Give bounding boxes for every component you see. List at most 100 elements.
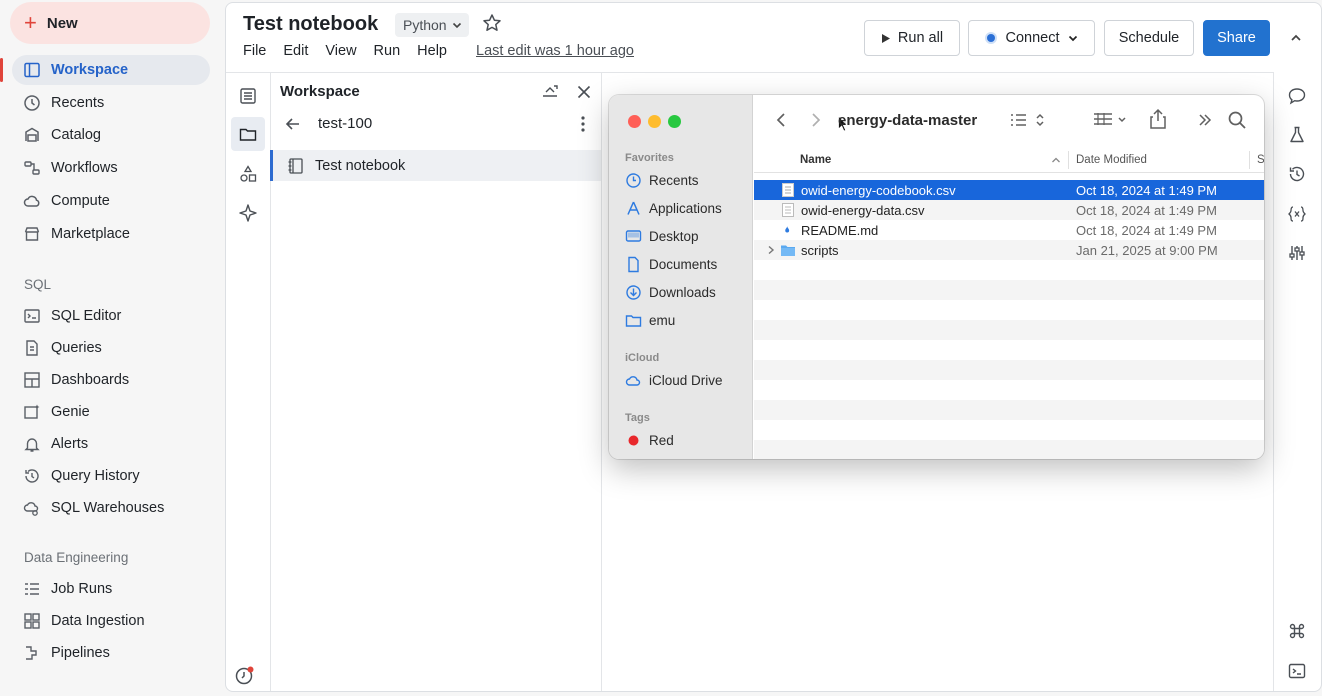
share-icon[interactable] (1149, 108, 1167, 130)
chevron-up-icon[interactable] (1286, 28, 1306, 48)
sidebar-item-queries[interactable]: Queries (12, 333, 210, 363)
csv-file-icon (780, 202, 796, 218)
workspace-file-row[interactable]: Test notebook (270, 150, 601, 181)
notebook-title[interactable]: Test notebook (243, 13, 378, 36)
kebab-menu-icon[interactable] (573, 114, 593, 134)
sidebar-item-label: Job Runs (51, 581, 112, 597)
variables-icon[interactable] (1287, 204, 1307, 224)
name-column-header[interactable]: Name (800, 154, 831, 166)
menu-file[interactable]: File (243, 43, 266, 59)
connect-label: Connect (1005, 30, 1059, 46)
favorite-downloads[interactable]: Downloads (625, 281, 716, 303)
list-view-icon[interactable] (1009, 110, 1047, 130)
favorites-header: Favorites (625, 152, 674, 164)
sidebar-item-sql-warehouses[interactable]: SQL Warehouses (12, 493, 210, 523)
ingestion-icon (23, 612, 41, 630)
workspace-file-name: Test notebook (315, 158, 405, 174)
store-icon (23, 225, 41, 243)
language-selector[interactable]: Python (395, 13, 469, 37)
menu-help[interactable]: Help (417, 43, 447, 59)
favorite-label: Recents (649, 173, 699, 188)
minimize-window-button[interactable] (648, 115, 661, 128)
sidebar-item-catalog[interactable]: Catalog (12, 120, 210, 150)
file-row[interactable]: owid-energy-codebook.csv Oct 18, 2024 at… (754, 180, 1264, 200)
file-row[interactable]: README.md Oct 18, 2024 at 1:49 PM (754, 220, 1264, 240)
history-timer-icon[interactable] (234, 664, 256, 686)
sidebar-item-alerts[interactable]: Alerts (12, 429, 210, 459)
favorite-label: Downloads (649, 285, 716, 300)
forward-chevron-icon[interactable] (808, 111, 824, 129)
back-arrow-icon[interactable] (283, 114, 303, 134)
icloud-drive[interactable]: iCloud Drive (625, 369, 723, 391)
red-tag-dot-icon (625, 432, 642, 449)
settings-sliders-icon[interactable] (1287, 243, 1307, 263)
column-separator (1249, 151, 1250, 169)
last-edit-link[interactable]: Last edit was 1 hour ago (476, 43, 634, 59)
menu-edit[interactable]: Edit (283, 43, 308, 59)
close-icon[interactable] (574, 82, 594, 102)
file-list-header: Name Date Modified S (754, 147, 1264, 173)
star-icon[interactable] (482, 13, 502, 33)
sidebar-item-data-ingestion[interactable]: Data Ingestion (12, 606, 210, 636)
favorite-label: Desktop (649, 229, 699, 244)
file-name: owid-energy-codebook.csv (801, 183, 956, 198)
new-button[interactable]: + New (10, 2, 210, 44)
menu-view[interactable]: View (325, 43, 356, 59)
sidebar-item-genie[interactable]: Genie (12, 397, 210, 427)
terminal-icon[interactable] (1287, 661, 1307, 681)
sidebar-item-label: Marketplace (51, 226, 130, 242)
schedule-button[interactable]: Schedule (1104, 20, 1194, 56)
table-of-contents-icon[interactable] (238, 86, 258, 106)
close-window-button[interactable] (628, 115, 641, 128)
sidebar-item-job-runs[interactable]: Job Runs (12, 574, 210, 604)
workspace-panel-title: Workspace (280, 83, 360, 100)
zoom-window-button[interactable] (668, 115, 681, 128)
sidebar-item-dashboards[interactable]: Dashboards (12, 365, 210, 395)
sidebar-item-recents[interactable]: Recents (12, 88, 210, 118)
sort-ascending-icon[interactable] (1051, 156, 1061, 164)
plus-icon: + (24, 12, 37, 34)
sidebar-item-compute[interactable]: Compute (12, 186, 210, 216)
folder-icon[interactable] (238, 124, 258, 144)
sidebar-item-pipelines[interactable]: Pipelines (12, 638, 210, 668)
sidebar-item-workflows[interactable]: Workflows (12, 153, 210, 183)
collapse-panel-icon[interactable] (540, 82, 560, 102)
command-key-icon[interactable] (1287, 621, 1307, 641)
date-column-header[interactable]: Date Modified (1076, 154, 1147, 166)
compute-status-icon (984, 31, 998, 45)
version-history-icon[interactable] (1287, 164, 1307, 184)
run-all-button[interactable]: Run all (864, 20, 960, 56)
file-name: owid-energy-data.csv (801, 203, 925, 218)
back-chevron-icon[interactable] (773, 111, 789, 129)
favorite-desktop[interactable]: Desktop (625, 225, 699, 247)
favorite-documents[interactable]: Documents (625, 253, 717, 275)
favorite-applications[interactable]: Applications (625, 197, 722, 219)
disclosure-triangle-icon[interactable] (767, 245, 775, 255)
markdown-file-icon (780, 222, 796, 238)
sidebar-item-marketplace[interactable]: Marketplace (12, 219, 210, 249)
search-icon[interactable] (1227, 110, 1247, 130)
size-column-header[interactable]: S (1257, 154, 1264, 166)
group-view-icon[interactable] (1092, 110, 1128, 130)
flask-icon[interactable] (1287, 125, 1307, 145)
sidebar-item-sql-editor[interactable]: SQL Editor (12, 301, 210, 331)
double-chevron-icon[interactable] (1196, 111, 1214, 129)
share-button[interactable]: Share (1203, 20, 1270, 56)
sidebar-item-query-history[interactable]: Query History (12, 461, 210, 491)
empty-row (754, 300, 1264, 320)
sparkle-icon[interactable] (238, 203, 258, 223)
play-icon (881, 33, 891, 44)
comment-icon[interactable] (1287, 86, 1307, 106)
tag-red[interactable]: Red (625, 429, 674, 451)
menu-run[interactable]: Run (374, 43, 401, 59)
connect-button[interactable]: Connect (968, 20, 1095, 56)
favorite-recents[interactable]: Recents (625, 169, 699, 191)
file-row[interactable]: owid-energy-data.csv Oct 18, 2024 at 1:4… (754, 200, 1264, 220)
dashboard-icon (23, 371, 41, 389)
shapes-icon[interactable] (238, 164, 258, 184)
file-row[interactable]: scripts Jan 21, 2025 at 9:00 PM (754, 240, 1264, 260)
sidebar-item-workspace[interactable]: Workspace (12, 55, 210, 85)
panel-divider (601, 72, 602, 692)
schedule-label: Schedule (1119, 30, 1179, 46)
favorite-emu[interactable]: emu (625, 309, 675, 331)
